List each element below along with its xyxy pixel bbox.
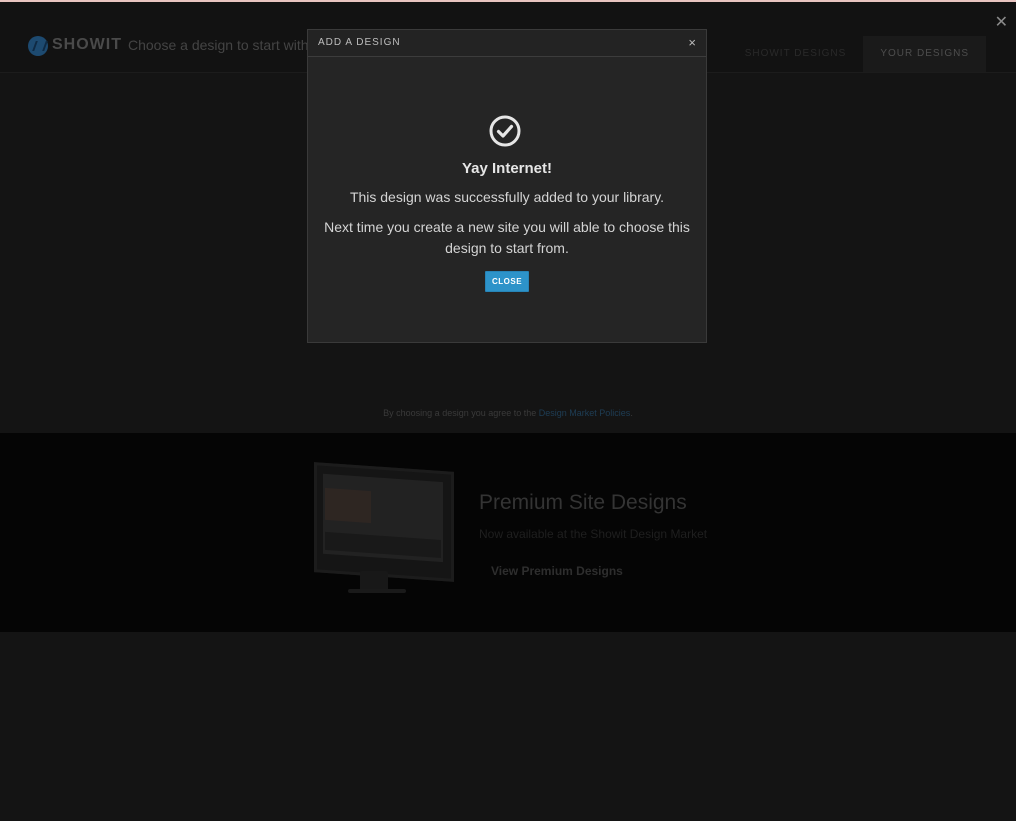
check-circle-icon	[489, 115, 521, 147]
view-premium-designs-link[interactable]: View Premium Designs	[491, 564, 623, 578]
monitor-illustration	[308, 462, 454, 597]
monitor-base	[348, 589, 406, 593]
modal-title: ADD A DESIGN	[318, 37, 401, 48]
monitor-screen	[314, 462, 454, 582]
design-tabs: SHOWIT DESIGNS YOUR DESIGNS	[728, 36, 986, 72]
add-design-modal: ADD A DESIGN × Yay Internet! This design…	[307, 29, 707, 343]
modal-header: ADD A DESIGN ×	[308, 30, 706, 57]
monitor-stand	[360, 571, 388, 591]
modal-message: This design was successfully added to yo…	[349, 189, 665, 205]
close-icon[interactable]: ✕	[995, 12, 1008, 32]
tab-showit-designs[interactable]: SHOWIT DESIGNS	[728, 36, 864, 72]
agreement-text: By choosing a design you agree to the De…	[0, 408, 1016, 418]
premium-banner: Premium Site Designs Now available at th…	[0, 433, 1016, 632]
modal-heading: Yay Internet!	[461, 160, 553, 177]
close-button[interactable]: CLOSE	[485, 271, 529, 292]
modal-close-icon[interactable]: ×	[688, 35, 696, 50]
agreement-suffix: .	[630, 408, 633, 418]
agreement-prefix: By choosing a design you agree to the	[383, 408, 539, 418]
premium-subtitle: Now available at the Showit Design Marke…	[479, 527, 708, 541]
design-market-policies-link[interactable]: Design Market Policies	[539, 408, 631, 418]
premium-title: Premium Site Designs	[479, 491, 687, 514]
modal-submessage: Next time you create a new site you will…	[324, 219, 690, 256]
brand-name: SHOWIT	[52, 36, 122, 53]
header-subtitle: Choose a design to start with	[128, 37, 309, 53]
showit-logo-icon	[28, 36, 48, 56]
tab-your-designs[interactable]: YOUR DESIGNS	[863, 36, 986, 72]
